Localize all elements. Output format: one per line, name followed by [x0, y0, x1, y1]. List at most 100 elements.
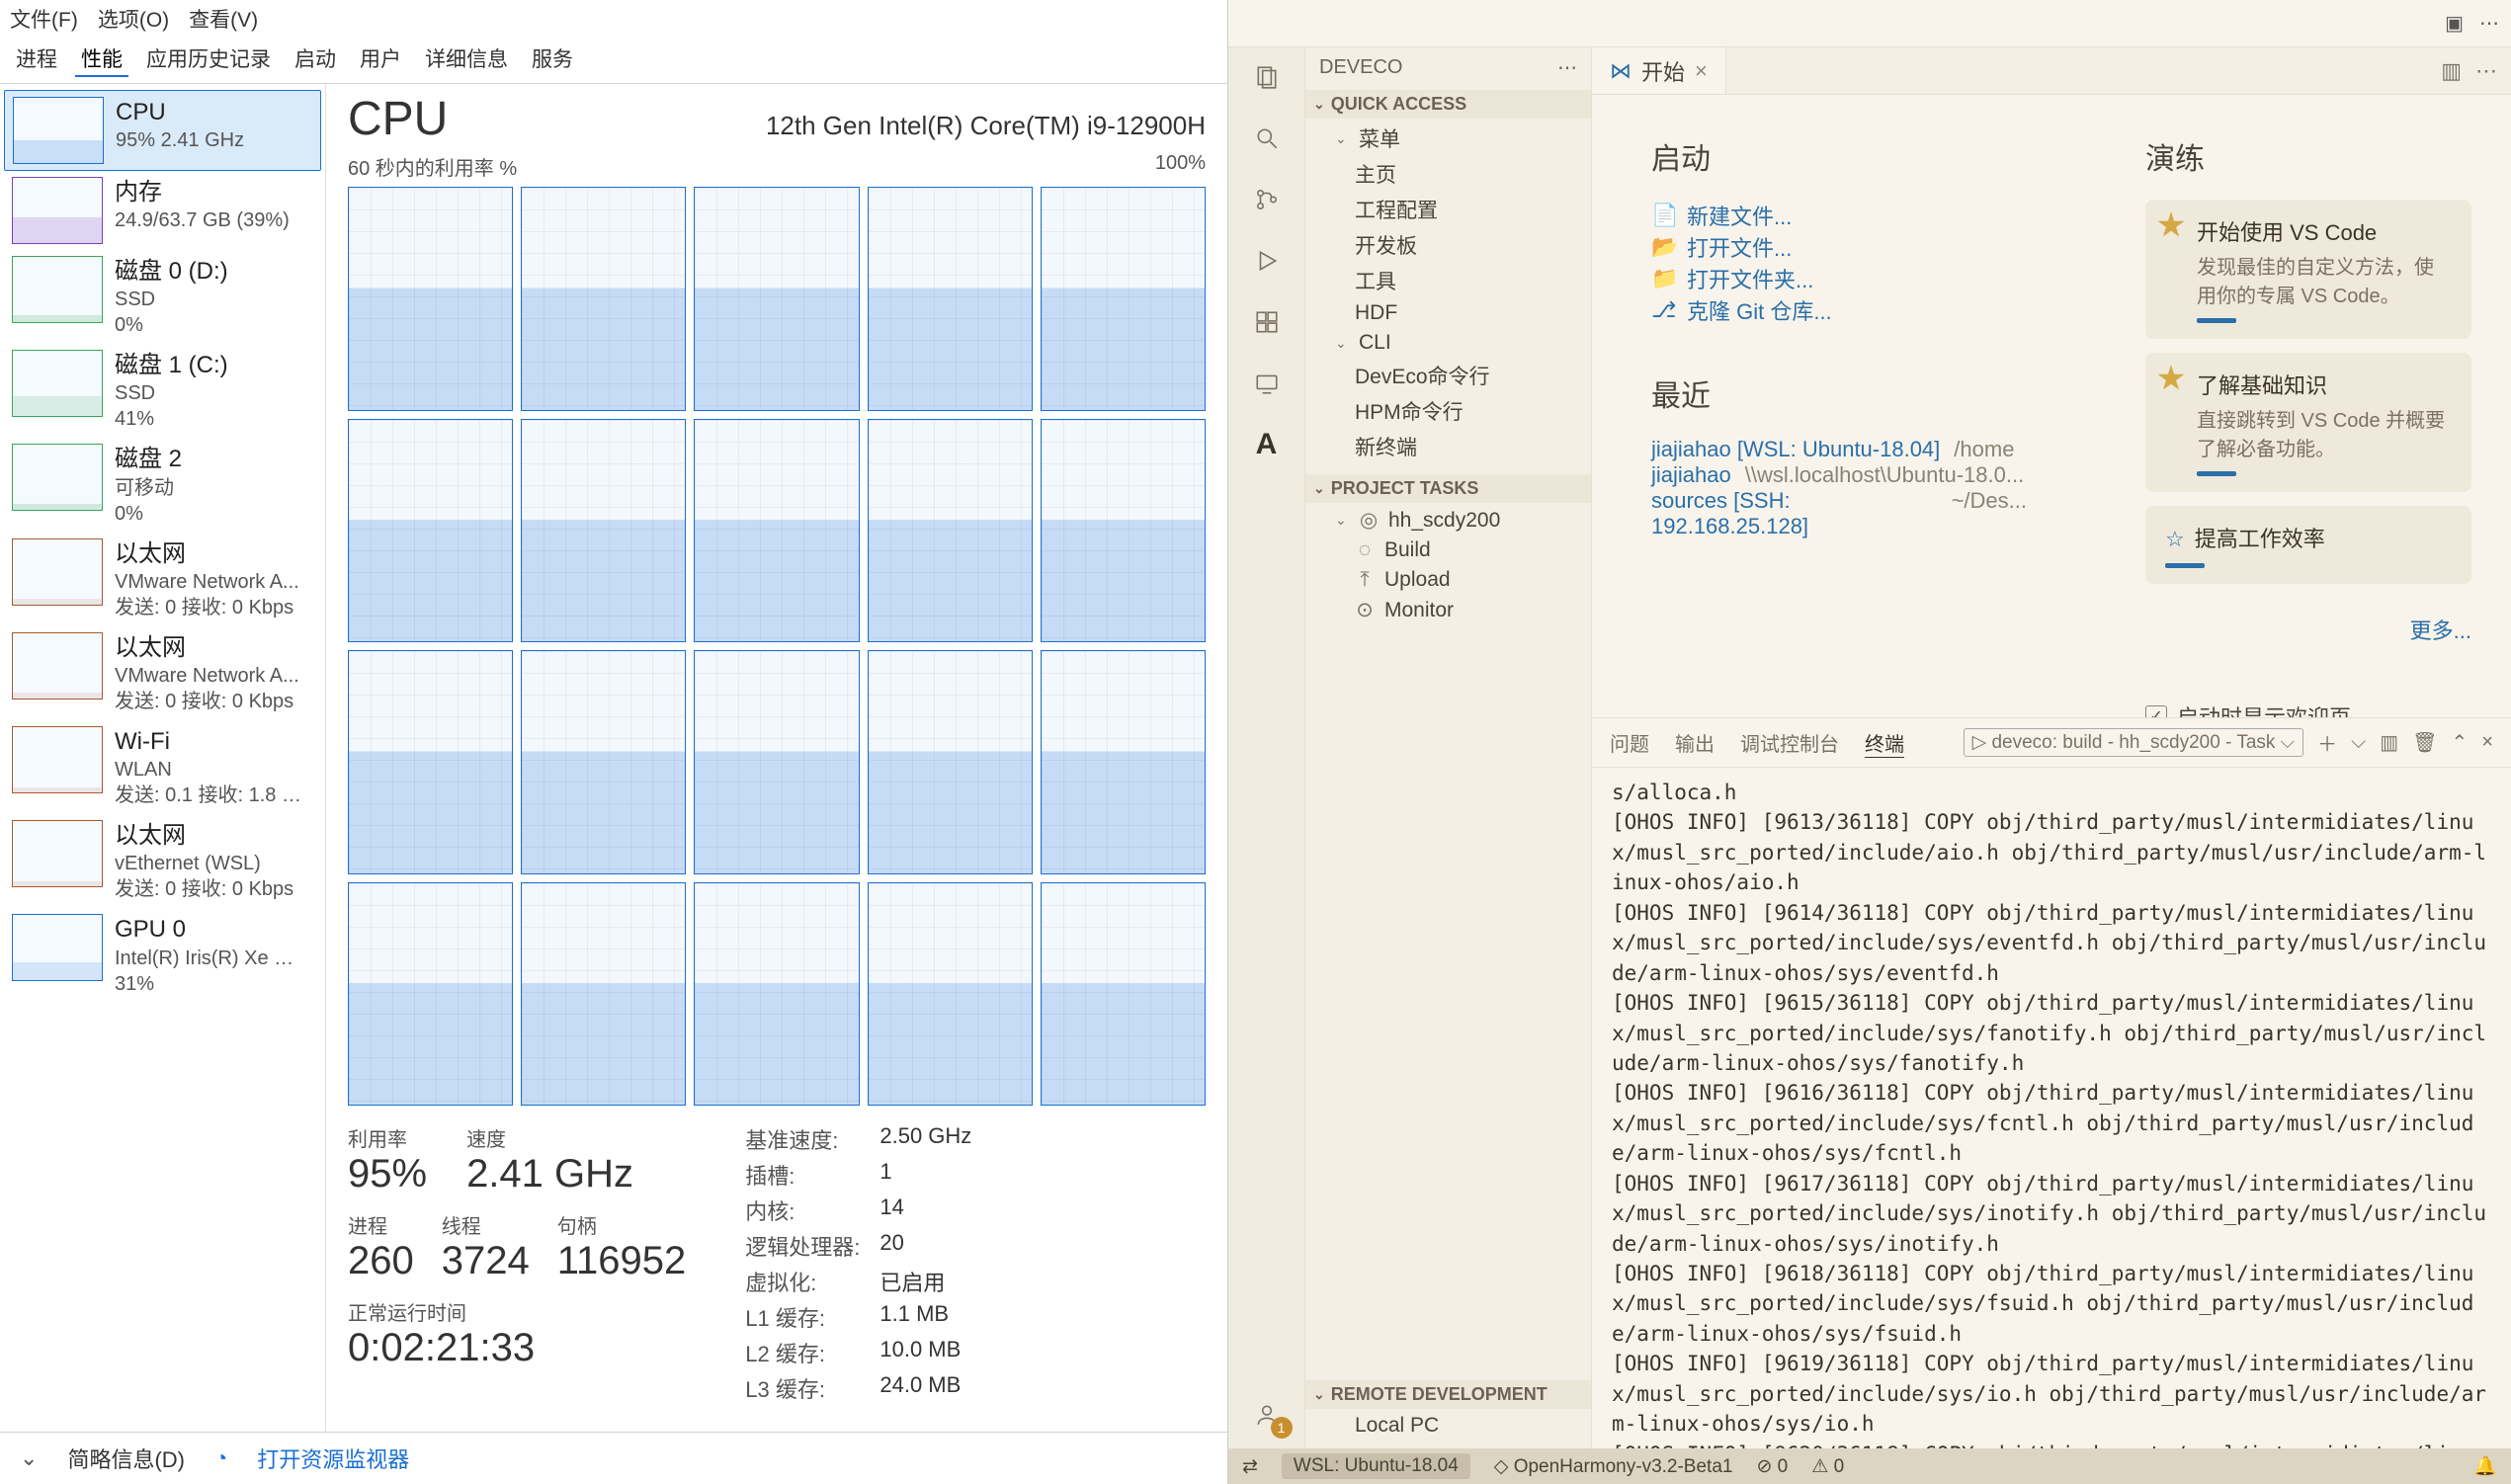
- sidebar-item[interactable]: 以太网 VMware Network A... 发送: 0 接收: 0 Kbps: [4, 626, 321, 720]
- menu-file[interactable]: 文件(F): [10, 4, 78, 34]
- remote-local-pc[interactable]: Local PC: [1305, 1411, 1591, 1441]
- split-terminal-icon[interactable]: ▥: [2380, 730, 2398, 755]
- panel-tab-output[interactable]: 输出: [1675, 728, 1715, 757]
- sidebar-item[interactable]: 磁盘 2 可移动 0%: [4, 438, 321, 532]
- proc-label: 进程: [348, 1210, 414, 1239]
- qa-item[interactable]: 主页: [1305, 156, 1591, 192]
- start-link[interactable]: ⎇克隆 Git 仓库...: [1651, 294, 2027, 326]
- menu-options[interactable]: 选项(O): [98, 4, 169, 34]
- qa-item[interactable]: 开发板: [1305, 227, 1591, 263]
- git-tag[interactable]: ◇ OpenHarmony-v3.2-Beta1: [1494, 1455, 1733, 1478]
- detail-val: 10.0 MB: [879, 1337, 971, 1368]
- cpu-core-chart: [868, 187, 1033, 411]
- sidebar-item[interactable]: CPU 95% 2.41 GHz: [4, 90, 321, 171]
- terminal-dropdown-icon[interactable]: ⌵: [2351, 731, 2366, 754]
- tab-details[interactable]: 详细信息: [419, 41, 514, 77]
- project-task[interactable]: ◌Build: [1305, 536, 1591, 565]
- recent-item[interactable]: jiajiahao [WSL: Ubuntu-18.04]/home: [1651, 437, 2027, 462]
- item-sub2: 发送: 0 接收: 0 Kbps: [115, 595, 299, 620]
- qa-cli-item[interactable]: HPM命令行: [1305, 393, 1591, 429]
- walkthrough-card[interactable]: ☆提高工作效率: [2145, 506, 2471, 584]
- recent-item[interactable]: jiajiahao\\wsl.localhost\Ubuntu-18.0...: [1651, 462, 2027, 488]
- panel-tab-terminal[interactable]: 终端: [1865, 728, 1904, 758]
- tab-more-icon[interactable]: ⋯: [2475, 58, 2497, 84]
- tab-services[interactable]: 服务: [526, 41, 579, 77]
- extensions-icon[interactable]: [1247, 302, 1287, 342]
- start-link[interactable]: 📁打开文件夹...: [1651, 263, 2027, 294]
- warning-count[interactable]: ⚠ 0: [1811, 1455, 1844, 1478]
- sidebar-item[interactable]: 以太网 vEthernet (WSL) 发送: 0 接收: 0 Kbps: [4, 814, 321, 908]
- panel-tab-debug[interactable]: 调试控制台: [1740, 728, 1839, 757]
- maximize-panel-icon[interactable]: ⌃: [2452, 730, 2469, 755]
- checkbox-icon[interactable]: ✓: [2145, 705, 2167, 717]
- qa-item[interactable]: 工具: [1305, 263, 1591, 298]
- scm-icon[interactable]: [1247, 180, 1287, 219]
- panel-tab-problems[interactable]: 问题: [1610, 728, 1649, 757]
- performance-sidebar: CPU 95% 2.41 GHz 内存 24.9/63.7 GB (39%) 磁…: [0, 84, 326, 1432]
- show-welcome-check[interactable]: ✓ 启动时显示欢迎页: [2145, 701, 2471, 717]
- qa-cli-item[interactable]: DevEco命令行: [1305, 358, 1591, 393]
- error-count[interactable]: ⊘ 0: [1756, 1455, 1788, 1478]
- hnd-label: 句柄: [557, 1210, 687, 1239]
- sidebar-more-icon[interactable]: ⋯: [1557, 55, 1577, 80]
- search-icon[interactable]: [1247, 119, 1287, 158]
- walkthrough-card[interactable]: 开始使用 VS Code发现最佳的自定义方法，使用你的专属 VS Code。: [2145, 200, 2471, 339]
- tab-welcome[interactable]: ⋈ 开始 ×: [1592, 47, 1726, 94]
- menu-view[interactable]: 查看(V): [189, 4, 258, 34]
- item-sub2: 31%: [115, 971, 302, 997]
- tab-processes[interactable]: 进程: [10, 41, 63, 77]
- start-link[interactable]: 📄新建文件...: [1651, 200, 2027, 231]
- section-project-tasks[interactable]: ⌄PROJECT TASKS: [1305, 474, 1591, 503]
- sidebar-item[interactable]: 内存 24.9/63.7 GB (39%): [4, 171, 321, 250]
- sidebar-item[interactable]: GPU 0 Intel(R) Iris(R) Xe Gr... 31%: [4, 908, 321, 1002]
- brief-info-link[interactable]: 简略信息(D): [67, 1443, 185, 1474]
- activity-bar: A 1: [1228, 47, 1305, 1448]
- sidebar-item[interactable]: 磁盘 0 (D:) SSD 0%: [4, 250, 321, 344]
- remote-status-icon[interactable]: ⇄: [1242, 1455, 1258, 1478]
- project-task[interactable]: ⤒Upload: [1305, 565, 1591, 595]
- task-indicator[interactable]: ▷ deveco: build - hh_scdy200 - Task ⌵: [1964, 728, 2304, 757]
- qa-cli[interactable]: ⌄CLI: [1305, 328, 1591, 358]
- wsl-status[interactable]: WSL: Ubuntu-18.04: [1282, 1453, 1470, 1479]
- qa-cli-item[interactable]: 新终端: [1305, 429, 1591, 464]
- account-icon[interactable]: 1: [1247, 1395, 1287, 1435]
- more-link[interactable]: 更多...: [2145, 614, 2471, 645]
- sidebar-item[interactable]: 磁盘 1 (C:) SSD 41%: [4, 344, 321, 438]
- sidebar-item[interactable]: 以太网 VMware Network A... 发送: 0 接收: 0 Kbps: [4, 533, 321, 626]
- new-terminal-icon[interactable]: ＋: [2317, 728, 2337, 757]
- more-icon[interactable]: ⋯: [2479, 11, 2499, 36]
- walkthrough-card[interactable]: 了解基础知识直接跳转到 VS Code 并概要了解必备功能。: [2145, 353, 2471, 492]
- debug-icon[interactable]: [1247, 241, 1287, 281]
- project-root[interactable]: ⌄◎hh_scdy200: [1305, 505, 1591, 536]
- chevron-down-icon[interactable]: ⌄: [20, 1445, 38, 1471]
- tab-users[interactable]: 用户: [354, 41, 407, 77]
- close-tab-icon[interactable]: ×: [1695, 58, 1708, 84]
- section-remote-dev[interactable]: ⌄REMOTE DEVELOPMENT: [1305, 1380, 1591, 1409]
- start-link[interactable]: 📂打开文件...: [1651, 231, 2027, 263]
- tab-app-history[interactable]: 应用历史记录: [140, 41, 277, 77]
- cpu-core-chart: [521, 419, 686, 643]
- tab-performance[interactable]: 性能: [75, 41, 128, 77]
- cpu-core-grid: [348, 187, 1206, 1106]
- sidebar-item[interactable]: Wi-Fi WLAN 发送: 0.1 接收: 1.8 Mb: [4, 720, 321, 814]
- qa-menu[interactable]: ⌄菜单: [1305, 121, 1591, 156]
- terminal-output[interactable]: s/alloca.h [OHOS INFO] [9613/36118] COPY…: [1592, 768, 2511, 1448]
- remote-icon[interactable]: [1247, 364, 1287, 403]
- recent-item[interactable]: sources [SSH: 192.168.25.128]~/Des...: [1651, 488, 2027, 539]
- qa-item[interactable]: HDF: [1305, 298, 1591, 328]
- explorer-icon[interactable]: [1247, 57, 1287, 97]
- menubar: 文件(F) 选项(O) 查看(V): [0, 0, 1227, 38]
- qa-item[interactable]: 工程配置: [1305, 192, 1591, 227]
- tab-startup[interactable]: 启动: [289, 41, 342, 77]
- split-icon[interactable]: ▥: [2441, 58, 2462, 84]
- kill-terminal-icon[interactable]: 🗑: [2412, 730, 2437, 755]
- project-task[interactable]: ⊙Monitor: [1305, 595, 1591, 625]
- section-quick-access[interactable]: ⌄QUICK ACCESS: [1305, 90, 1591, 119]
- open-resmon-link[interactable]: 打开资源监视器: [257, 1443, 409, 1474]
- detail-key: L1 缓存:: [745, 1301, 860, 1333]
- layout-icon[interactable]: ▣: [2445, 11, 2464, 36]
- notification-icon[interactable]: 🔔: [2473, 1454, 2497, 1478]
- close-panel-icon[interactable]: ×: [2481, 731, 2493, 754]
- detail-key: L2 缓存:: [745, 1337, 860, 1368]
- deveco-icon[interactable]: A: [1247, 425, 1287, 464]
